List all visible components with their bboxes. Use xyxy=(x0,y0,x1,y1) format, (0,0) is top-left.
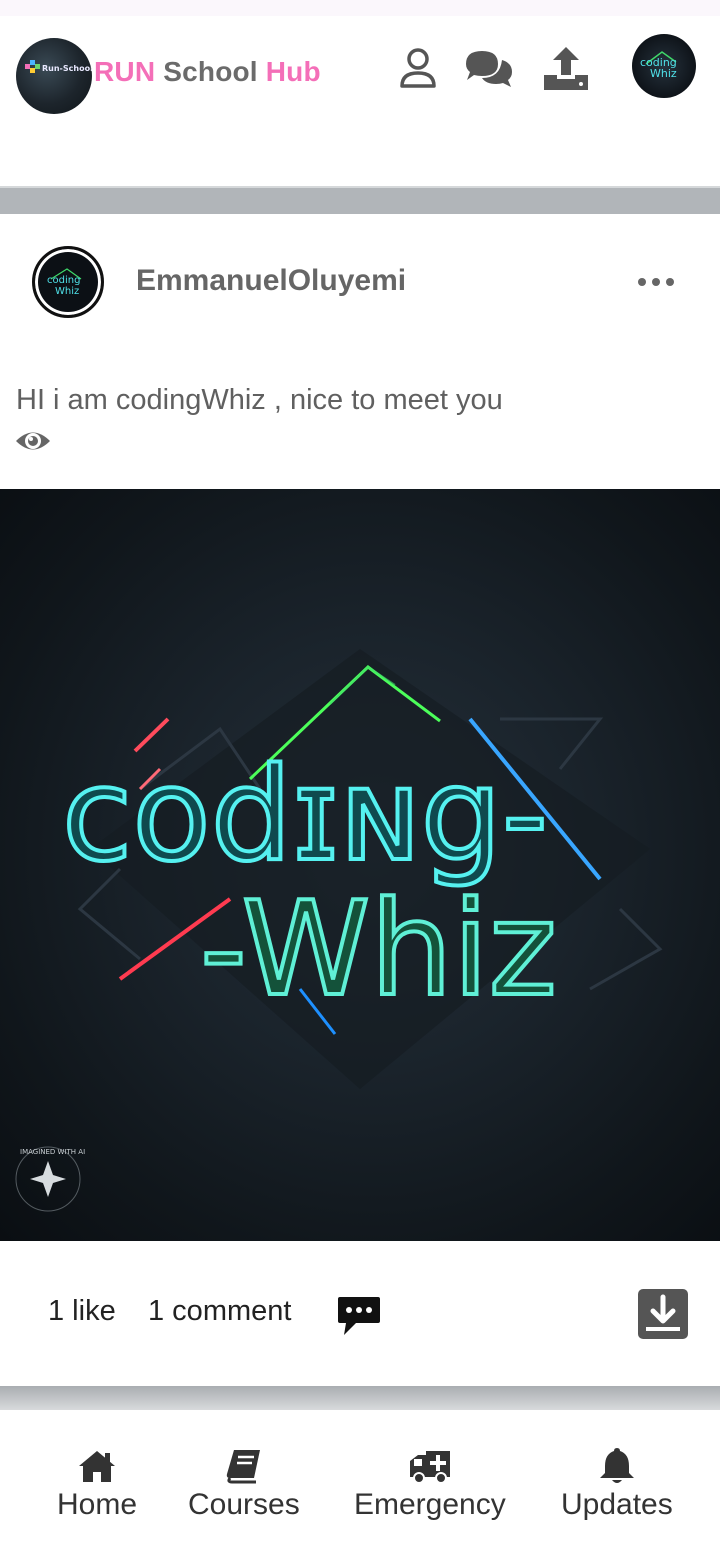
image-text-line1: codɪɴg- xyxy=(62,741,548,890)
status-strip xyxy=(0,0,720,16)
upload-icon[interactable] xyxy=(540,44,592,92)
brand-school: School xyxy=(155,56,266,87)
section-divider xyxy=(0,186,720,214)
post-card: coding Whiz EmmanuelOluyemi HI i am codi… xyxy=(0,214,720,1386)
eye-icon[interactable] xyxy=(14,426,52,456)
nav-updates[interactable]: Updates xyxy=(561,1446,673,1522)
app-header: Run-School H RUN School Hub coding Whiz xyxy=(0,16,720,186)
profile-avatar[interactable]: coding Whiz xyxy=(632,34,696,98)
image-text-line2: -Whiz xyxy=(200,873,557,1025)
nav-home[interactable]: Home xyxy=(57,1446,137,1522)
nav-emergency[interactable]: Emergency xyxy=(354,1446,506,1522)
nav-updates-label: Updates xyxy=(561,1488,673,1521)
post-author-avatar[interactable]: coding Whiz xyxy=(32,246,104,318)
svg-text:Whiz: Whiz xyxy=(55,286,79,297)
bottom-nav: Home Courses Emergency Updates xyxy=(0,1410,720,1547)
svg-text:Whiz: Whiz xyxy=(650,67,677,80)
comments-count[interactable]: 1 comment xyxy=(148,1295,291,1328)
bell-icon xyxy=(595,1446,639,1486)
app-logo[interactable]: Run-School H xyxy=(16,38,92,114)
post-actions: 1 like 1 comment xyxy=(0,1241,720,1386)
more-options-icon[interactable] xyxy=(630,262,682,302)
logo-text: Run-School H xyxy=(42,64,92,73)
nav-courses-label: Courses xyxy=(188,1488,300,1521)
download-icon[interactable] xyxy=(638,1289,688,1339)
nav-home-label: Home xyxy=(57,1488,138,1521)
nav-shadow xyxy=(0,1386,720,1410)
comment-icon[interactable] xyxy=(336,1293,382,1337)
app-title: RUN School Hub xyxy=(94,56,321,88)
post-image[interactable]: codɪɴg- -Whiz IMAGINED WITH AI xyxy=(0,489,720,1241)
brand-hub: Hub xyxy=(265,56,321,87)
nav-courses[interactable]: Courses xyxy=(188,1446,300,1522)
home-icon xyxy=(75,1446,119,1486)
ambulance-icon xyxy=(408,1446,452,1486)
post-author-name[interactable]: EmmanuelOluyemi xyxy=(136,264,406,298)
ai-badge-text: IMAGINED WITH AI xyxy=(20,1148,85,1156)
post-text: HI i am codingWhiz , nice to meet you xyxy=(16,384,503,416)
brand-run: RUN xyxy=(94,56,156,87)
nav-emergency-label: Emergency xyxy=(354,1488,506,1521)
likes-count[interactable]: 1 like xyxy=(48,1295,116,1328)
chat-icon[interactable] xyxy=(462,44,514,92)
book-icon xyxy=(222,1446,266,1486)
user-icon[interactable] xyxy=(392,44,444,92)
svg-text:coding: coding xyxy=(47,275,80,286)
